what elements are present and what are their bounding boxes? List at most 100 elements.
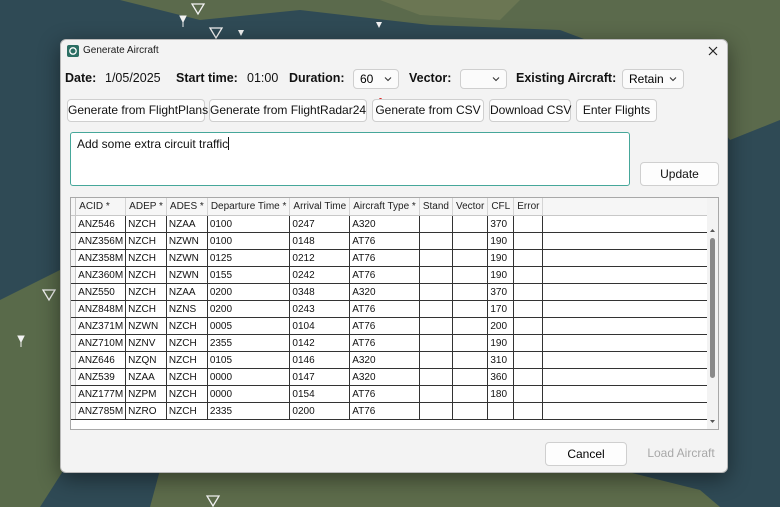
table-cell[interactable]: NZCH bbox=[166, 351, 208, 369]
table-row[interactable]: ANZ539 NZAA NZCH 0000 0147 A320 360 bbox=[71, 368, 718, 386]
table-cell[interactable]: NZNV bbox=[125, 334, 167, 352]
table-cell[interactable]: 0000 bbox=[207, 368, 291, 386]
table-cell[interactable] bbox=[419, 402, 453, 420]
update-button[interactable]: Update bbox=[640, 162, 719, 186]
table-cell[interactable]: ANZ546 bbox=[75, 215, 127, 233]
table-cell[interactable] bbox=[419, 385, 453, 403]
table-cell[interactable] bbox=[419, 266, 453, 284]
table-cell[interactable]: 0148 bbox=[289, 232, 351, 250]
column-header[interactable]: Vector bbox=[452, 198, 489, 216]
table-cell[interactable]: 310 bbox=[487, 351, 515, 369]
download-csv-button[interactable]: Download CSV bbox=[489, 99, 571, 122]
table-cell[interactable] bbox=[513, 283, 544, 301]
table-cell[interactable]: 370 bbox=[487, 215, 515, 233]
scroll-down-icon[interactable] bbox=[708, 417, 717, 426]
table-cell[interactable]: NZWN bbox=[125, 317, 167, 335]
generate-from-flightradar24-button[interactable]: Generate from FlightRadar24 bbox=[209, 99, 367, 122]
generate-from-flightplans-button[interactable]: Generate from FlightPlans bbox=[67, 99, 208, 122]
existing-aircraft-select[interactable]: Retain bbox=[622, 69, 684, 89]
table-row[interactable]: ANZ358M NZCH NZWN 0125 0212 AT76 190 bbox=[71, 249, 718, 267]
table-cell[interactable]: NZCH bbox=[166, 385, 208, 403]
table-cell[interactable]: NZNS bbox=[166, 300, 208, 318]
duration-select[interactable]: 60 bbox=[353, 69, 399, 89]
scroll-up-icon[interactable] bbox=[708, 226, 717, 235]
table-cell[interactable]: ANZ356M bbox=[75, 232, 127, 250]
table-cell[interactable]: AT76 bbox=[349, 266, 420, 284]
cancel-button[interactable]: Cancel bbox=[545, 442, 627, 466]
table-cell[interactable]: ANZ539 bbox=[75, 368, 127, 386]
table-cell[interactable] bbox=[513, 232, 544, 250]
table-cell[interactable]: A320 bbox=[349, 368, 420, 386]
table-cell[interactable]: NZAA bbox=[125, 368, 167, 386]
table-cell[interactable]: 0200 bbox=[207, 300, 291, 318]
table-cell[interactable]: ANZ710M bbox=[75, 334, 127, 352]
enter-flights-button[interactable]: Enter Flights bbox=[576, 99, 657, 122]
table-cell[interactable]: AT76 bbox=[349, 317, 420, 335]
table-cell[interactable] bbox=[452, 368, 489, 386]
table-cell[interactable] bbox=[419, 232, 453, 250]
table-cell[interactable]: NZAA bbox=[166, 283, 208, 301]
table-cell[interactable]: NZRO bbox=[125, 402, 167, 420]
table-cell[interactable] bbox=[513, 402, 544, 420]
table-cell[interactable] bbox=[452, 402, 489, 420]
table-cell[interactable]: 0142 bbox=[289, 334, 351, 352]
table-cell[interactable] bbox=[452, 249, 489, 267]
table-cell[interactable] bbox=[452, 232, 489, 250]
table-cell[interactable]: 0155 bbox=[207, 266, 291, 284]
column-header[interactable]: Arrival Time bbox=[289, 198, 351, 216]
table-cell[interactable]: ANZ360M bbox=[75, 266, 127, 284]
column-header[interactable]: Error bbox=[513, 198, 544, 216]
table-cell[interactable]: 0146 bbox=[289, 351, 351, 369]
table-row[interactable]: ANZ710M NZNV NZCH 2355 0142 AT76 190 bbox=[71, 334, 718, 352]
table-cell[interactable]: NZCH bbox=[125, 300, 167, 318]
table-cell[interactable]: 0147 bbox=[289, 368, 351, 386]
column-header[interactable]: Departure Time * bbox=[207, 198, 291, 216]
table-cell[interactable]: 0200 bbox=[207, 283, 291, 301]
date-value[interactable]: 1/05/2025 bbox=[105, 71, 161, 85]
table-cell[interactable]: 190 bbox=[487, 334, 515, 352]
table-cell[interactable]: NZCH bbox=[166, 402, 208, 420]
column-header[interactable]: ADES * bbox=[166, 198, 208, 216]
table-cell[interactable]: A320 bbox=[349, 351, 420, 369]
table-cell[interactable]: AT76 bbox=[349, 334, 420, 352]
table-cell[interactable]: NZCH bbox=[125, 266, 167, 284]
table-cell[interactable]: ANZ550 bbox=[75, 283, 127, 301]
table-cell[interactable] bbox=[452, 334, 489, 352]
table-row[interactable]: ANZ848M NZCH NZNS 0200 0243 AT76 170 bbox=[71, 300, 718, 318]
table-cell[interactable] bbox=[419, 249, 453, 267]
table-row[interactable]: ANZ550 NZCH NZAA 0200 0348 A320 370 bbox=[71, 283, 718, 301]
table-cell[interactable]: A320 bbox=[349, 283, 420, 301]
table-cell[interactable]: NZPM bbox=[125, 385, 167, 403]
table-row[interactable]: ANZ646 NZQN NZCH 0105 0146 A320 310 bbox=[71, 351, 718, 369]
table-cell[interactable]: 0242 bbox=[289, 266, 351, 284]
column-header[interactable]: ACID * bbox=[75, 198, 127, 216]
table-cell[interactable]: 0005 bbox=[207, 317, 291, 335]
table-cell[interactable]: 0243 bbox=[289, 300, 351, 318]
table-cell[interactable] bbox=[513, 351, 544, 369]
table-cell[interactable] bbox=[452, 215, 489, 233]
table-cell[interactable] bbox=[452, 300, 489, 318]
vertical-scrollbar[interactable] bbox=[707, 198, 718, 429]
prompt-input[interactable]: Add some extra circuit traffic bbox=[70, 132, 630, 186]
column-header[interactable]: Aircraft Type * bbox=[349, 198, 420, 216]
table-cell[interactable]: NZQN bbox=[125, 351, 167, 369]
table-cell[interactable]: 190 bbox=[487, 266, 515, 284]
table-cell[interactable] bbox=[513, 249, 544, 267]
table-cell[interactable]: 0348 bbox=[289, 283, 351, 301]
table-cell[interactable] bbox=[419, 300, 453, 318]
table-cell[interactable] bbox=[452, 266, 489, 284]
table-cell[interactable]: AT76 bbox=[349, 385, 420, 403]
table-cell[interactable]: NZWN bbox=[166, 249, 208, 267]
table-cell[interactable]: 190 bbox=[487, 249, 515, 267]
table-cell[interactable]: NZCH bbox=[125, 215, 167, 233]
table-cell[interactable] bbox=[452, 351, 489, 369]
table-row[interactable]: ANZ371M NZWN NZCH 0005 0104 AT76 200 bbox=[71, 317, 718, 335]
table-cell[interactable]: A320 bbox=[349, 215, 420, 233]
table-cell[interactable]: NZWN bbox=[166, 266, 208, 284]
table-cell[interactable]: 0000 bbox=[207, 385, 291, 403]
table-cell[interactable]: AT76 bbox=[349, 232, 420, 250]
table-cell[interactable] bbox=[513, 266, 544, 284]
table-cell[interactable] bbox=[419, 334, 453, 352]
table-cell[interactable]: NZCH bbox=[166, 368, 208, 386]
table-cell[interactable]: NZCH bbox=[125, 232, 167, 250]
